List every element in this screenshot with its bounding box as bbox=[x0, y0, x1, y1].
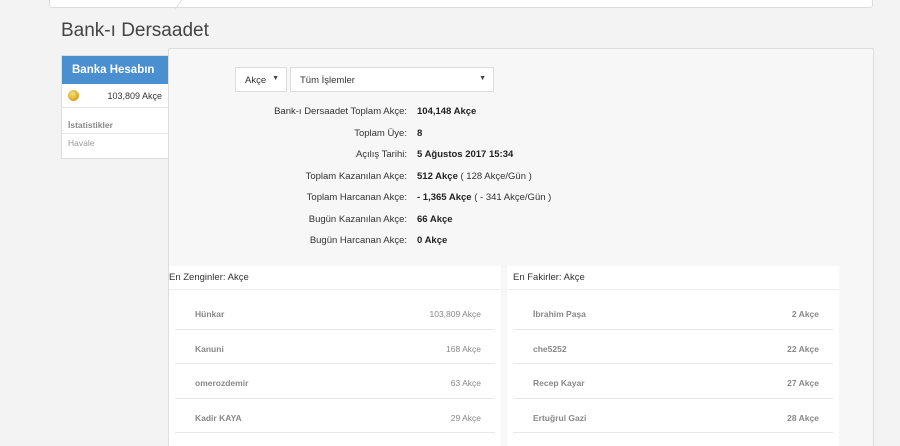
table-row[interactable]: Kadir KAYA 29 Akçe bbox=[175, 399, 495, 433]
stat-value-main: 104,148 Akçe bbox=[417, 106, 477, 117]
page-title: Bank-ı Dersaadet bbox=[61, 20, 209, 41]
member-amount: 2 Akçe bbox=[791, 309, 819, 319]
table-row[interactable]: Kadir KAYA29 Akçe bbox=[513, 433, 833, 446]
transaction-type-select[interactable]: Tüm İşlemler ▼ bbox=[290, 67, 494, 92]
member-name: che5252 bbox=[533, 343, 567, 354]
stat-value: - 1,365 Akçe ( - 341 Akçe/Gün ) bbox=[417, 192, 551, 203]
main-panel: Akçe ▼ Tüm İşlemler ▼ Bank-ı Dersaadet T… bbox=[168, 48, 874, 446]
member-amount: 168 Akçe bbox=[446, 343, 481, 354]
transaction-type-value: Tüm İşlemler bbox=[300, 75, 355, 86]
member-name: omerozdemir bbox=[195, 378, 249, 388]
sidebar-item-account[interactable]: 103,809 Akçe bbox=[62, 84, 168, 108]
stat-label: Bugün Harcanan Akçe: bbox=[309, 235, 407, 246]
member-name: Kanuni bbox=[195, 343, 224, 354]
account-balance: 103,809 Akçe bbox=[107, 91, 162, 101]
stat-value-main: 8 bbox=[417, 127, 423, 139]
table-row[interactable]: Hünkar 103,809 Akçe bbox=[175, 295, 495, 330]
stat-row: Bank-ı Dersaadet Toplam Akçe: 104,148 Akç… bbox=[169, 106, 875, 128]
table-row[interactable]: Ertuğrul Gazi28 Akçe bbox=[175, 433, 495, 446]
stat-row: Bugün Harcanan Akçe: 0 Akçe bbox=[169, 235, 875, 257]
table-row[interactable]: İbrahim Paşa 2 Akçe bbox=[513, 295, 833, 330]
stat-value: 512 Akçe ( 128 Akçe/Gün ) bbox=[417, 171, 532, 182]
member-amount: 63 Akçe bbox=[450, 378, 481, 388]
stat-value-extra: ( - 341 Akçe/Gün ) bbox=[471, 192, 552, 203]
member-name: Kadir KAYA bbox=[195, 412, 242, 423]
stat-row: Toplam Harcanan Akçe: - 1,365 Akçe ( - 34… bbox=[169, 192, 875, 214]
sidebar-header: Banka Hesabın bbox=[62, 56, 168, 84]
stat-value: 104,148 Akçe bbox=[417, 106, 476, 117]
currency-select-value: Akçe bbox=[245, 75, 267, 86]
stat-row: Toplam Üye: 8 bbox=[169, 128, 875, 150]
table-row[interactable]: Kanuni 168 Akçe bbox=[175, 330, 495, 364]
currency-select[interactable]: Akçe ▼ bbox=[235, 67, 287, 92]
member-amount: 22 Akçe bbox=[787, 343, 819, 354]
member-name: Hünkar bbox=[195, 309, 225, 319]
stat-value-main: 66 Akçe bbox=[417, 213, 453, 225]
coin-icon bbox=[68, 90, 79, 101]
stat-row: Toplam Kazanılan Akçe: 512 Akçe ( 128 Akç… bbox=[169, 171, 875, 193]
richest-title: En Zenginler: Akçe bbox=[169, 266, 501, 290]
stat-value-main: 0 Akçe bbox=[417, 235, 448, 246]
stat-label: Açılış Tarihi: bbox=[355, 149, 407, 160]
breadcrumb bbox=[49, 0, 873, 9]
stat-value-main: 5 Ağustos 2017 15:34 bbox=[417, 149, 514, 160]
sidebar-item-havale[interactable]: Havale bbox=[62, 134, 168, 148]
stat-row: Açılış Tarihi: 5 Ağustos 2017 15:34 bbox=[169, 149, 875, 171]
stat-value: 8 bbox=[417, 128, 422, 139]
member-amount: 28 Akçe bbox=[787, 412, 819, 423]
stats-list: Bank-ı Dersaadet Toplam Akçe: 104,148 Akç… bbox=[169, 106, 875, 257]
stat-value-main: - 1,365 Akçe bbox=[417, 192, 472, 203]
stat-value: 5 Ağustos 2017 15:34 bbox=[417, 149, 513, 160]
stat-label: Bank-ı Dersaadet Toplam Akçe: bbox=[274, 106, 407, 117]
stat-label: Toplam Üye: bbox=[354, 127, 407, 139]
member-amount: 27 Akçe bbox=[787, 378, 819, 388]
member-name: Ertuğrul Gazi bbox=[533, 412, 587, 423]
table-row[interactable]: che5252 22 Akçe bbox=[513, 330, 833, 364]
member-name: Recep Kayar bbox=[533, 378, 585, 388]
chevron-down-icon: ▼ bbox=[479, 75, 486, 82]
chevron-down-icon: ▼ bbox=[272, 75, 279, 82]
stat-label: Toplam Kazanılan Akçe: bbox=[305, 170, 407, 182]
stat-row: Bugün Kazanılan Akçe: 66 Akçe bbox=[169, 214, 875, 236]
member-amount: 103,809 Akçe bbox=[429, 309, 481, 319]
sidebar: Banka Hesabın 103,809 Akçe İstatistikler… bbox=[61, 55, 168, 159]
breadcrumb-separator bbox=[161, 0, 185, 9]
table-row[interactable]: Recep Kayar 27 Akçe bbox=[513, 364, 833, 399]
stat-value-extra: ( 128 Akçe/Gün ) bbox=[457, 170, 532, 182]
stat-value-main: 512 Akçe bbox=[417, 170, 458, 182]
stat-value: 0 Akçe bbox=[417, 235, 447, 246]
table-row[interactable]: Ertuğrul Gazi 28 Akçe bbox=[513, 399, 833, 433]
table-row[interactable]: omerozdemir 63 Akçe bbox=[175, 364, 495, 399]
member-amount: 29 Akçe bbox=[450, 412, 481, 423]
richest-table: En Zenginler: Akçe Hünkar 103,809 Akçe Kan… bbox=[169, 266, 501, 446]
member-name: İbrahim Paşa bbox=[533, 309, 586, 319]
stat-label: Toplam Harcanan Akçe: bbox=[306, 192, 407, 203]
poorest-table: En Fakirler: Akçe İbrahim Paşa 2 Akçe che5… bbox=[507, 266, 839, 446]
sidebar-item-statistics[interactable]: İstatistikler bbox=[62, 120, 168, 134]
stat-label: Bugün Kazanılan Akçe: bbox=[308, 213, 407, 225]
poorest-title: En Fakirler: Akçe bbox=[507, 266, 839, 290]
stat-value: 66 Akçe bbox=[417, 214, 453, 225]
